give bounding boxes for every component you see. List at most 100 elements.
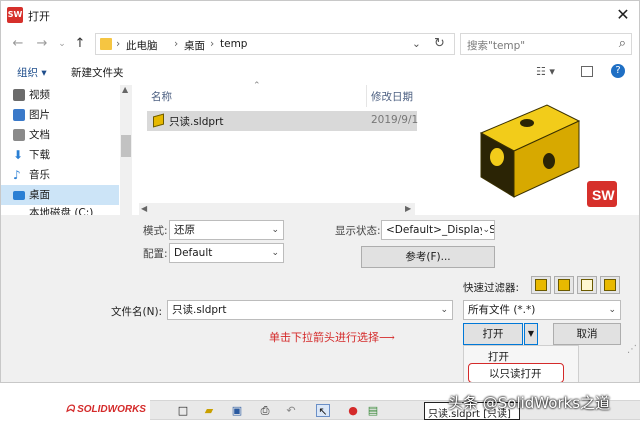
column-header-date[interactable]: 修改日期 <box>371 89 413 104</box>
organize-menu[interactable]: 组织 ▾ <box>17 65 47 80</box>
music-icon: ♪ <box>13 168 21 182</box>
documents-icon <box>13 129 25 141</box>
sidebar-item-downloads[interactable]: ⬇ 下载 <box>13 145 119 165</box>
config-select[interactable]: Default ⌄ <box>169 243 284 263</box>
search-placeholder: 搜索"temp" <box>467 40 526 52</box>
sidebar-item-videos[interactable]: 视频 <box>13 85 119 105</box>
display-state-value: <Default>_Display S <box>386 224 495 236</box>
filter-parts-button[interactable] <box>531 276 551 294</box>
breadcrumb-this-pc[interactable]: 此电脑 <box>126 38 158 53</box>
sidebar-item-label: 图片 <box>29 109 50 121</box>
menu-item-open[interactable]: 打开 <box>488 349 509 364</box>
sidebar-item-label: 文档 <box>29 129 50 141</box>
ds-logo-icon: ᗣ <box>66 404 78 415</box>
rebuild-icon[interactable]: ● <box>346 404 360 417</box>
scroll-right-icon[interactable]: ▶ <box>405 204 411 213</box>
breadcrumb-desktop[interactable]: 桌面 <box>184 38 205 53</box>
sort-up-icon: ⌃ <box>253 81 261 91</box>
open-dropdown-button[interactable]: ▼ <box>524 323 538 345</box>
address-bar[interactable]: › 此电脑 › 桌面 › temp ⌄ ↻ <box>95 33 455 55</box>
file-date: 2019/9/1 <box>371 114 419 126</box>
sidebar-item-documents[interactable]: 文档 <box>13 125 119 145</box>
sidebar-item-label: 下载 <box>29 149 50 161</box>
sidebar-item-label: 桌面 <box>29 189 50 201</box>
table-row[interactable]: 只读.sldprt 2019/9/1 <box>147 111 419 131</box>
file-name: 只读.sldprt <box>169 116 224 128</box>
sidebar-item-desktop[interactable]: 桌面 <box>13 185 119 205</box>
new-folder-button[interactable]: 新建文件夹 <box>71 65 124 80</box>
filename-input[interactable]: 只读.sldprt ⌄ <box>167 300 453 320</box>
open-button[interactable]: 打开 <box>463 323 523 345</box>
select-icon[interactable]: ↖ <box>316 404 330 418</box>
filter-top-level-button[interactable] <box>600 276 620 294</box>
assembly-filter-icon <box>558 279 570 291</box>
solidworks-app-icon: SW <box>7 7 23 23</box>
recent-locations-button[interactable]: ⌄ <box>53 35 71 53</box>
resize-grip-icon[interactable]: ⋰ <box>627 344 637 355</box>
close-button[interactable]: ✕ <box>605 1 639 29</box>
folder-icon <box>100 38 112 50</box>
download-icon: ⬇ <box>13 148 24 162</box>
refresh-icon[interactable]: ↻ <box>434 36 445 51</box>
sidebar-item-music[interactable]: ♪ 音乐 <box>13 165 119 185</box>
scroll-left-icon[interactable]: ◀ <box>141 204 147 213</box>
new-document-icon[interactable]: □ <box>176 404 190 417</box>
save-icon[interactable]: ▣ <box>230 404 244 417</box>
chevron-down-icon: ⌄ <box>608 305 616 315</box>
drawing-filter-icon <box>581 279 593 291</box>
pictures-icon <box>13 109 25 121</box>
title-bar: SW 打开 ✕ <box>1 1 639 29</box>
arrow-right-icon: → <box>36 36 48 51</box>
sidebar-scroll-thumb[interactable] <box>121 135 131 157</box>
annotation-text: 单击下拉箭头进行选择⟶ <box>269 331 395 344</box>
sidebar-item-pictures[interactable]: 图片 <box>13 105 119 125</box>
file-type-value: 所有文件 (*.*) <box>468 304 536 316</box>
preview-pane-icon[interactable] <box>581 66 593 77</box>
file-list: 名称 ⌃ 修改日期 <box>139 81 415 215</box>
command-bar: 组织 ▾ 新建文件夹 ☷ ▾ ? <box>1 61 639 85</box>
watermark: 头条 @SolidWorks之道 <box>448 394 611 412</box>
cancel-button[interactable]: 取消 <box>553 323 621 345</box>
navigation-pane: 视频 图片 文档 ⬇ 下载 ♪ 音乐 桌面 本地磁盘 (C:) <box>1 85 131 215</box>
search-box[interactable]: 搜索"temp" ⌕ <box>460 33 632 55</box>
breadcrumb-temp[interactable]: temp <box>220 38 247 50</box>
undo-icon[interactable]: ↶ <box>284 404 298 417</box>
forward-button[interactable]: → <box>33 35 51 53</box>
scroll-up-icon[interactable]: ▲ <box>122 85 128 94</box>
up-button[interactable]: ↑ <box>71 35 89 53</box>
filter-assemblies-button[interactable] <box>554 276 574 294</box>
column-header-name[interactable]: 名称 <box>151 89 172 104</box>
open-folder-icon[interactable]: ▰ <box>202 404 216 417</box>
arrow-up-icon: ↑ <box>74 36 86 51</box>
help-icon[interactable]: ? <box>611 64 625 78</box>
chevron-down-icon: ⌄ <box>271 225 279 235</box>
breadcrumb-separator: › <box>210 38 215 50</box>
svg-text:SW: SW <box>592 187 615 203</box>
print-icon[interactable]: ⎙ <box>258 404 272 417</box>
video-icon <box>13 89 25 101</box>
mode-value: 还原 <box>174 224 195 236</box>
filter-drawings-button[interactable] <box>577 276 597 294</box>
menu-item-label: 以只读打开 <box>489 368 542 380</box>
file-type-select[interactable]: 所有文件 (*.*) ⌄ <box>463 300 621 320</box>
options-icon[interactable]: ▤ <box>366 404 380 417</box>
part-filter-icon <box>535 279 547 291</box>
sidebar-item-label: 视频 <box>29 89 50 101</box>
top-assembly-filter-icon <box>604 279 616 291</box>
filename-label: 文件名(N): <box>111 306 163 318</box>
references-button[interactable]: 参考(F)... <box>361 246 495 268</box>
sidebar-item-drive-c[interactable]: 本地磁盘 (C:) <box>29 205 119 215</box>
display-state-select[interactable]: <Default>_Display S ⌄ <box>381 220 495 240</box>
mode-select[interactable]: 还原 ⌄ <box>169 220 284 240</box>
close-icon: ✕ <box>616 5 630 24</box>
menu-item-open-readonly[interactable]: 以只读打开 <box>468 363 564 382</box>
sidebar-item-label: 本地磁盘 (C:) <box>29 207 94 215</box>
view-options-icon[interactable]: ☷ ▾ <box>536 65 555 78</box>
address-dropdown-icon[interactable]: ⌄ <box>412 38 421 50</box>
file-list-horizontal-scrollbar[interactable]: ◀ ▶ <box>139 203 415 215</box>
arrow-left-icon: ← <box>12 36 24 51</box>
chevron-down-icon: ⌄ <box>440 305 448 315</box>
back-button[interactable]: ← <box>9 35 27 53</box>
preview-pane: SW <box>419 85 639 215</box>
column-divider[interactable] <box>366 85 367 107</box>
